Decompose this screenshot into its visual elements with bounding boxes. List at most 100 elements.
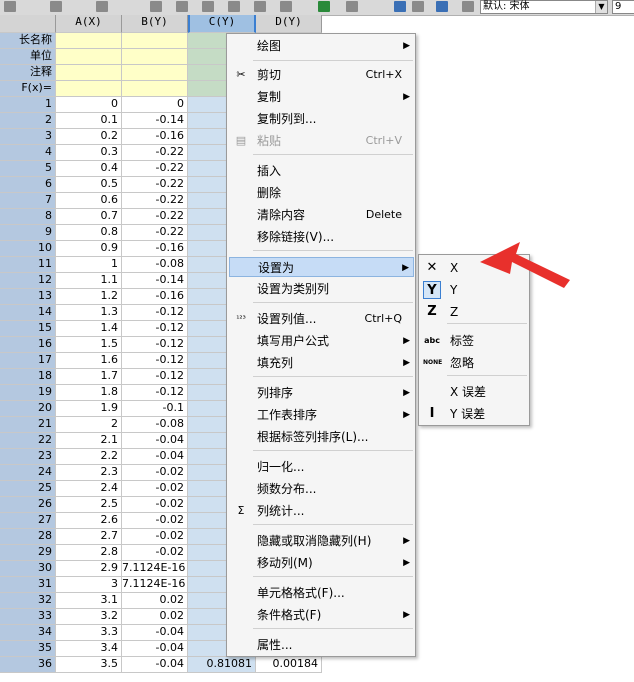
data-cell[interactable]: 1.3 [56, 305, 122, 321]
data-cell[interactable]: -0.04 [122, 449, 188, 465]
text-icon[interactable] [462, 1, 474, 12]
table-icon[interactable] [176, 1, 188, 12]
meta-cell[interactable] [122, 81, 188, 97]
data-cell[interactable]: 0.00184 [256, 657, 322, 673]
data-cell[interactable]: -0.12 [122, 321, 188, 337]
row-header[interactable]: 19 [0, 385, 56, 401]
meta-row-label[interactable]: F(x)= [0, 81, 56, 97]
table-icon[interactable] [150, 1, 162, 12]
menu-fill-user-formula[interactable]: 填写用户公式 ▶ [229, 331, 414, 351]
data-cell[interactable]: -0.14 [122, 113, 188, 129]
menu-frequency-count[interactable]: 频数分布... [229, 479, 414, 499]
menu-format-cells[interactable]: 单元格格式(F)... [229, 583, 414, 603]
row-header[interactable]: 17 [0, 353, 56, 369]
import-icon[interactable] [318, 1, 330, 12]
row-header[interactable]: 33 [0, 609, 56, 625]
menu-fill-column[interactable]: 填充列 ▶ [229, 353, 414, 373]
row-header[interactable]: 26 [0, 497, 56, 513]
data-cell[interactable]: -0.04 [122, 625, 188, 641]
row-header[interactable]: 36 [0, 657, 56, 673]
data-cell[interactable]: -0.02 [122, 481, 188, 497]
meta-cell[interactable] [56, 33, 122, 49]
row-header[interactable]: 12 [0, 273, 56, 289]
data-cell[interactable]: -0.02 [122, 465, 188, 481]
data-cell[interactable]: -0.16 [122, 289, 188, 305]
data-cell[interactable]: 2.9 [56, 561, 122, 577]
data-cell[interactable]: 3.4 [56, 641, 122, 657]
data-cell[interactable]: 1.2 [56, 289, 122, 305]
data-cell[interactable]: 0 [56, 97, 122, 113]
data-cell[interactable]: -0.12 [122, 353, 188, 369]
table-icon[interactable] [280, 1, 292, 12]
data-cell[interactable]: 2.6 [56, 513, 122, 529]
data-cell[interactable]: -0.04 [122, 641, 188, 657]
data-cell[interactable]: 1.9 [56, 401, 122, 417]
meta-cell[interactable] [122, 33, 188, 49]
menu-move-column[interactable]: 移动列(M) ▶ [229, 553, 414, 573]
row-header[interactable]: 5 [0, 161, 56, 177]
data-cell[interactable]: 0.1 [56, 113, 122, 129]
menu-column-statistics[interactable]: Σ 列统计... [229, 501, 414, 521]
data-cell[interactable]: -0.02 [122, 513, 188, 529]
meta-row-label[interactable]: 注释 [0, 65, 56, 81]
data-cell[interactable]: 0.5 [56, 177, 122, 193]
row-header[interactable]: 15 [0, 321, 56, 337]
tool-icon[interactable] [50, 1, 62, 12]
row-header[interactable]: 6 [0, 177, 56, 193]
row-header[interactable]: 14 [0, 305, 56, 321]
submenu-z[interactable]: ZZ [420, 301, 528, 323]
row-header[interactable]: 1 [0, 97, 56, 113]
data-cell[interactable]: -0.16 [122, 241, 188, 257]
data-cell[interactable]: 2.7 [56, 529, 122, 545]
menu-copy[interactable]: 复制 ▶ [229, 87, 414, 107]
row-header[interactable]: 4 [0, 145, 56, 161]
font-name-select[interactable]: 默认: 宋体 ▼ [480, 0, 608, 14]
submenu-label[interactable]: abc 标签 [420, 330, 528, 352]
data-cell[interactable]: 3.3 [56, 625, 122, 641]
data-cell[interactable]: -0.04 [122, 657, 188, 673]
data-cell[interactable]: -0.04 [122, 433, 188, 449]
data-cell[interactable]: -0.22 [122, 161, 188, 177]
data-cell[interactable]: 2.1 [56, 433, 122, 449]
data-cell[interactable]: 0.6 [56, 193, 122, 209]
data-cell[interactable]: 0.3 [56, 145, 122, 161]
data-cell[interactable]: 0.4 [56, 161, 122, 177]
row-header[interactable]: 29 [0, 545, 56, 561]
menu-insert[interactable]: 插入 [229, 161, 414, 181]
row-header[interactable]: 21 [0, 417, 56, 433]
row-header[interactable]: 23 [0, 449, 56, 465]
row-header[interactable]: 24 [0, 465, 56, 481]
data-cell[interactable]: 2.4 [56, 481, 122, 497]
column-header[interactable]: A(X) [56, 15, 122, 33]
table-icon[interactable] [254, 1, 266, 12]
row-header[interactable]: 35 [0, 641, 56, 657]
data-cell[interactable]: 3.1 [56, 593, 122, 609]
row-header[interactable]: 34 [0, 625, 56, 641]
row-header[interactable]: 7 [0, 193, 56, 209]
data-cell[interactable]: 3 [56, 577, 122, 593]
menu-cut[interactable]: ✂ 剪切 Ctrl+X [229, 65, 414, 85]
window-icon[interactable] [436, 1, 448, 12]
menu-set-as-categorical[interactable]: 设置为类别列 [229, 279, 414, 299]
data-cell[interactable]: -0.22 [122, 209, 188, 225]
data-cell[interactable]: 0.8 [56, 225, 122, 241]
meta-cell[interactable] [122, 65, 188, 81]
data-cell[interactable]: -0.08 [122, 257, 188, 273]
row-header[interactable]: 28 [0, 529, 56, 545]
meta-row-label[interactable]: 单位 [0, 49, 56, 65]
menu-plot[interactable]: 绘图 ▶ [229, 36, 414, 56]
data-cell[interactable]: 7.1124E-16 [122, 561, 188, 577]
data-cell[interactable]: 3.2 [56, 609, 122, 625]
row-header[interactable]: 3 [0, 129, 56, 145]
row-header[interactable]: 27 [0, 513, 56, 529]
menu-clear-contents[interactable]: 清除内容 Delete [229, 205, 414, 225]
data-cell[interactable]: -0.12 [122, 337, 188, 353]
data-cell[interactable]: 0.81081 [188, 657, 256, 673]
row-header[interactable]: 31 [0, 577, 56, 593]
data-cell[interactable]: 0.9 [56, 241, 122, 257]
submenu-x-error[interactable]: X 误差 [420, 381, 528, 403]
row-header[interactable]: 9 [0, 225, 56, 241]
data-cell[interactable]: 7.1124E-16 [122, 577, 188, 593]
data-cell[interactable]: 2.5 [56, 497, 122, 513]
row-header[interactable]: 2 [0, 113, 56, 129]
